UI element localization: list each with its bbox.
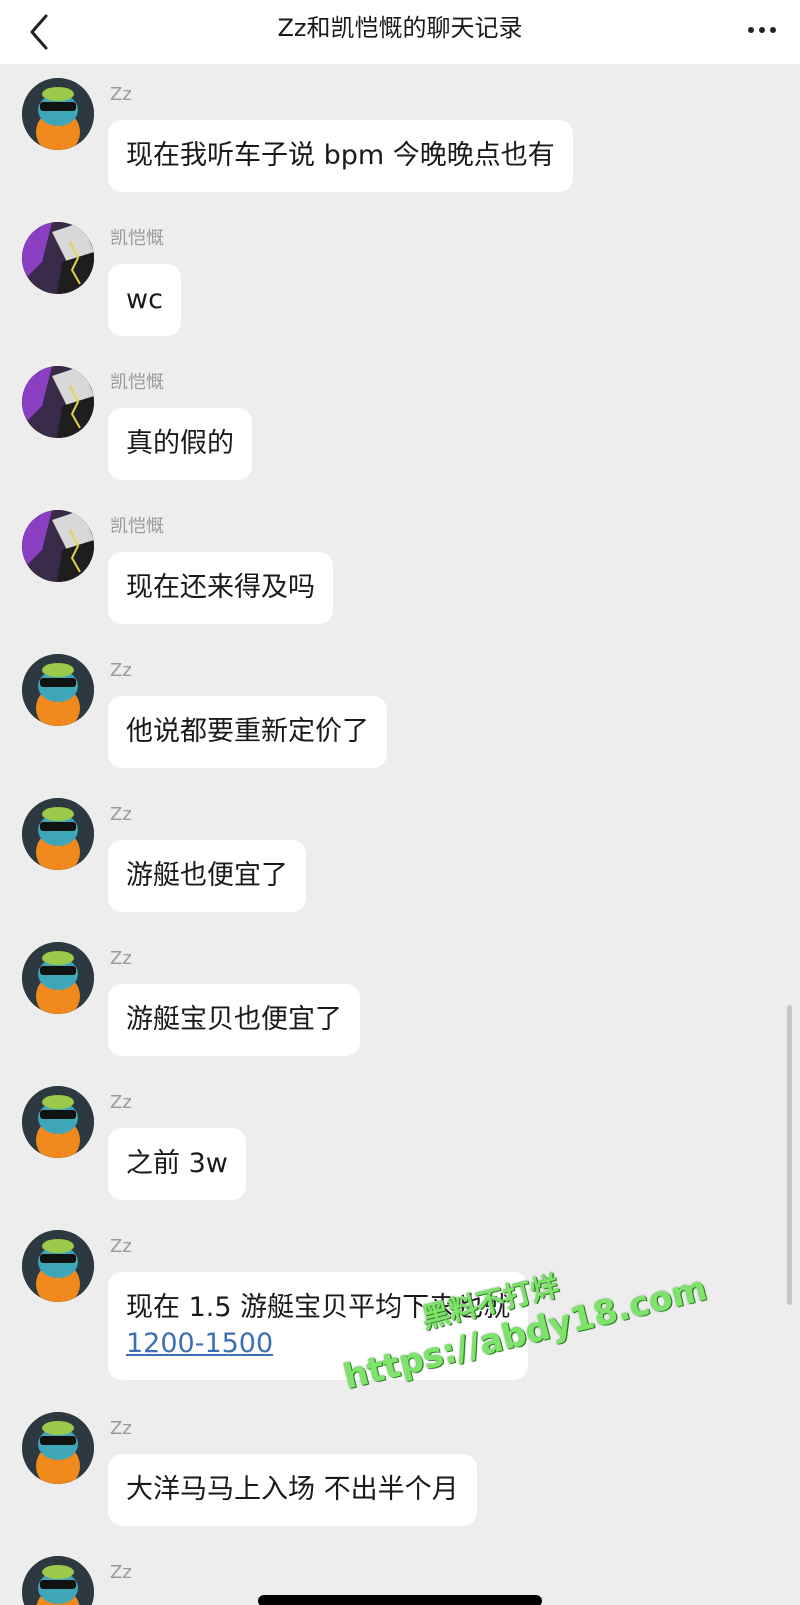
- home-indicator[interactable]: [258, 1595, 542, 1605]
- sender-name: Zz: [110, 1236, 132, 1257]
- scrollbar[interactable]: [787, 1005, 792, 1305]
- sender-name: Zz: [110, 84, 132, 105]
- avatar[interactable]: [22, 78, 94, 150]
- message-link[interactable]: 1200-1500: [126, 1326, 510, 1362]
- message-text: 现在 1.5 游艇宝贝平均下来也就: [126, 1292, 511, 1323]
- avatar[interactable]: [22, 1230, 94, 1302]
- message-bubble[interactable]: 现在 1.5 游艇宝贝平均下来也就 1200-1500: [108, 1272, 529, 1380]
- avatar[interactable]: [22, 222, 94, 294]
- sender-name: Zz: [110, 948, 132, 969]
- frog-avatar-icon: [22, 942, 94, 1014]
- sender-name: Zz: [110, 804, 132, 825]
- sender-name: Zz: [110, 660, 132, 681]
- page-title: Zz和凯恺慨的聊天记录: [277, 14, 523, 42]
- frog-avatar-icon: [22, 78, 94, 150]
- frog-avatar-icon: [22, 654, 94, 726]
- sender-name: 凯恺慨: [110, 516, 164, 537]
- message-bubble[interactable]: 大洋马马上入场 不出半个月: [108, 1454, 477, 1526]
- top-bar: Zz和凯恺慨的聊天记录: [0, 0, 800, 64]
- message-bubble[interactable]: 之前 3w: [108, 1128, 246, 1200]
- message-bubble[interactable]: 真的假的: [108, 408, 252, 480]
- avatar[interactable]: [22, 1556, 94, 1605]
- anime-avatar-icon: [22, 222, 94, 294]
- message-text: 之前 3w: [126, 1148, 228, 1179]
- sender-name: Zz: [110, 1562, 132, 1583]
- message-text: wc: [126, 284, 163, 315]
- message-text: 他说都要重新定价了: [126, 716, 369, 747]
- avatar[interactable]: [22, 942, 94, 1014]
- sender-name: Zz: [110, 1092, 132, 1113]
- chevron-left-icon: [30, 14, 48, 50]
- frog-avatar-icon: [22, 1086, 94, 1158]
- message-text: 游艇宝贝也便宜了: [126, 1004, 342, 1035]
- message-bubble[interactable]: 游艇宝贝也便宜了: [108, 984, 360, 1056]
- anime-avatar-icon: [22, 510, 94, 582]
- more-dots-icon: [748, 27, 754, 33]
- message-text: 游艇也便宜了: [126, 860, 288, 891]
- frog-avatar-icon: [22, 1230, 94, 1302]
- message-bubble[interactable]: 现在还来得及吗: [108, 552, 333, 624]
- avatar[interactable]: [22, 798, 94, 870]
- message-text: 现在还来得及吗: [126, 572, 315, 603]
- back-button[interactable]: [22, 10, 62, 54]
- more-button[interactable]: [742, 16, 782, 44]
- frog-avatar-icon: [22, 798, 94, 870]
- avatar[interactable]: [22, 510, 94, 582]
- message-text: 真的假的: [126, 428, 234, 459]
- chat-screen: Zz和凯恺慨的聊天记录 Zz 现在我听车子说 bpm 今晚晚点也有 凯恺慨 wc…: [0, 0, 800, 1605]
- frog-avatar-icon: [22, 1412, 94, 1484]
- avatar[interactable]: [22, 1086, 94, 1158]
- avatar[interactable]: [22, 1412, 94, 1484]
- message-text: 现在我听车子说 bpm 今晚晚点也有: [126, 140, 555, 171]
- message-bubble[interactable]: wc: [108, 264, 181, 336]
- sender-name: Zz: [110, 1418, 132, 1439]
- message-bubble[interactable]: 现在我听车子说 bpm 今晚晚点也有: [108, 120, 573, 192]
- sender-name: 凯恺慨: [110, 372, 164, 393]
- message-bubble[interactable]: 游艇也便宜了: [108, 840, 306, 912]
- frog-avatar-icon: [22, 1556, 94, 1605]
- anime-avatar-icon: [22, 366, 94, 438]
- message-bubble[interactable]: 他说都要重新定价了: [108, 696, 387, 768]
- avatar[interactable]: [22, 366, 94, 438]
- avatar[interactable]: [22, 654, 94, 726]
- message-text: 大洋马马上入场 不出半个月: [126, 1474, 459, 1505]
- sender-name: 凯恺慨: [110, 228, 164, 249]
